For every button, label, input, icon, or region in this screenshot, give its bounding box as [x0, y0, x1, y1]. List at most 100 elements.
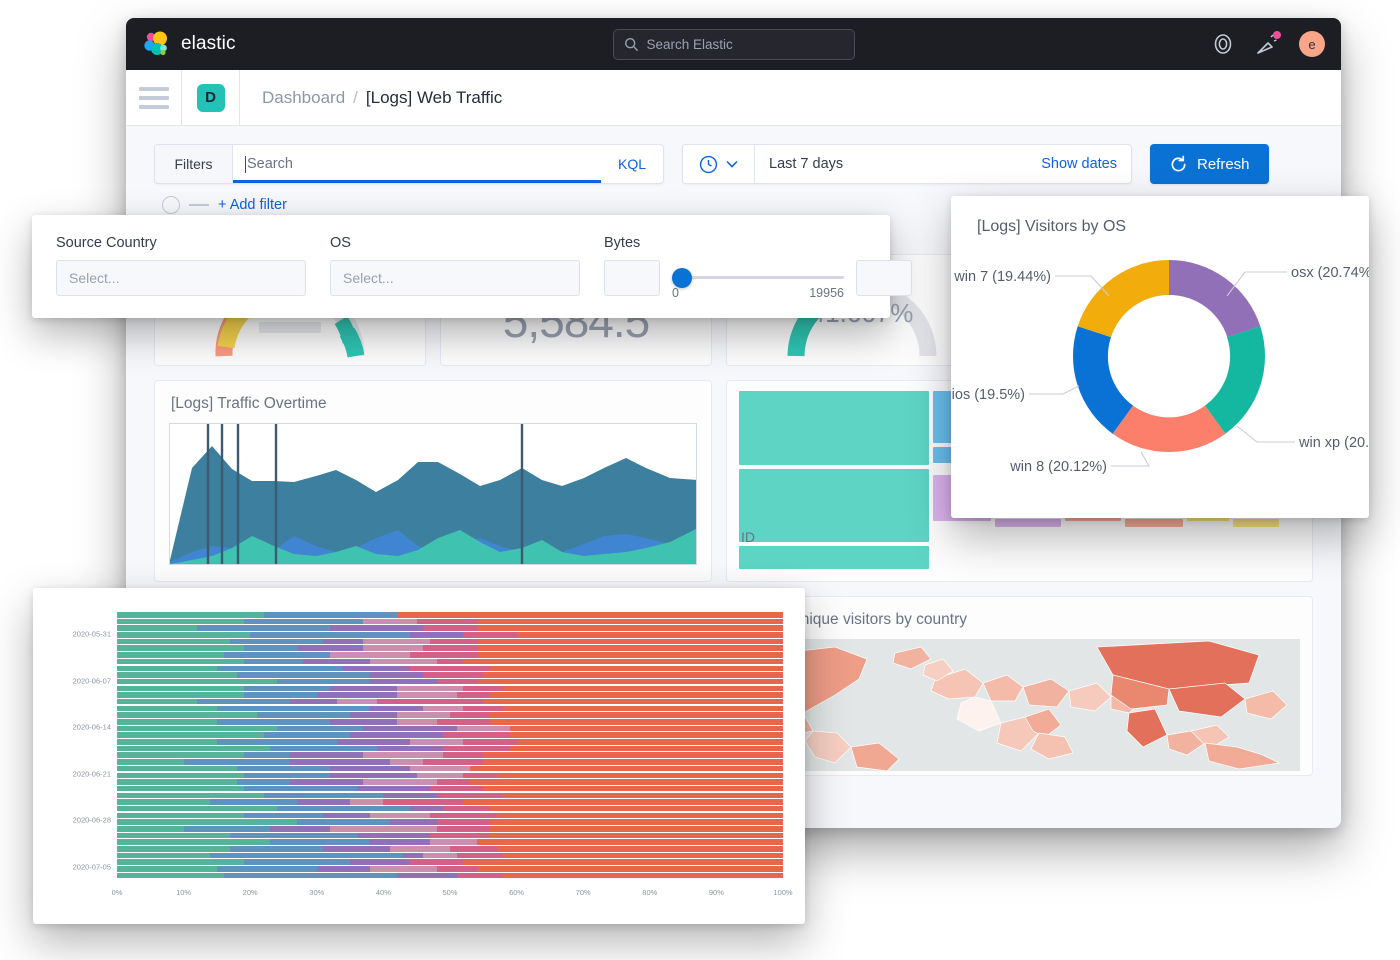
bar-row[interactable] [117, 826, 783, 833]
panel-traffic-overtime[interactable]: [Logs] Traffic Overtime [154, 380, 712, 582]
bar-segment[interactable] [290, 699, 337, 705]
party-popper-icon[interactable] [1255, 32, 1279, 56]
bar-segment[interactable] [244, 692, 317, 698]
bar-segment[interactable] [244, 645, 297, 651]
bar-row[interactable] [117, 679, 783, 686]
bar-row[interactable] [117, 773, 783, 780]
bar-segment[interactable] [437, 819, 490, 825]
bar-segment[interactable] [417, 773, 464, 779]
bar-segment[interactable] [417, 619, 477, 625]
bar-segment[interactable] [184, 759, 291, 765]
dashboard-app-icon[interactable]: D [197, 84, 225, 112]
bar-segment[interactable] [377, 699, 484, 705]
bar-segment[interactable] [330, 625, 423, 631]
bar-segment[interactable] [397, 686, 464, 692]
os-select[interactable]: Select... [330, 260, 580, 296]
bar-segment[interactable] [350, 732, 443, 738]
bar-segment[interactable] [363, 752, 443, 758]
bar-segment[interactable] [437, 793, 504, 799]
bar-segment[interactable] [290, 759, 390, 765]
bar-segment[interactable] [430, 839, 477, 845]
bar-segment[interactable] [370, 706, 423, 712]
bar-segment[interactable] [370, 839, 430, 845]
bar-segment[interactable] [437, 866, 477, 872]
bars-plot-area[interactable] [117, 612, 783, 880]
bar-segment[interactable] [477, 645, 783, 651]
bar-segment[interactable] [337, 739, 410, 745]
bar-segment[interactable] [483, 759, 783, 765]
bar-segment[interactable] [423, 672, 483, 678]
bar-segment[interactable] [264, 612, 397, 618]
help-circle-icon[interactable] [1211, 32, 1235, 56]
bar-segment[interactable] [457, 692, 490, 698]
bar-segment[interactable] [117, 699, 197, 705]
bar-segment[interactable] [443, 806, 490, 812]
bar-segment[interactable] [270, 839, 370, 845]
percentage-bars-panel[interactable]: 2020-05-312020-06-072020-06-142020-06-21… [33, 588, 805, 924]
bar-segment[interactable] [117, 859, 244, 865]
bar-segment[interactable] [217, 706, 370, 712]
bar-segment[interactable] [117, 826, 184, 832]
bar-segment[interactable] [330, 719, 397, 725]
bar-segment[interactable] [370, 659, 437, 665]
bar-segment[interactable] [510, 726, 783, 732]
bar-segment[interactable] [503, 793, 783, 799]
bar-segment[interactable] [477, 839, 783, 845]
bar-segment[interactable] [397, 612, 783, 618]
bar-segment[interactable] [117, 706, 217, 712]
bar-segment[interactable] [230, 846, 323, 852]
bar-segment[interactable] [117, 612, 264, 618]
bar-row[interactable] [117, 612, 783, 619]
bar-segment[interactable] [463, 686, 503, 692]
bar-segment[interactable] [117, 639, 230, 645]
bar-segment[interactable] [443, 752, 483, 758]
bar-segment[interactable] [330, 766, 410, 772]
bar-segment[interactable] [490, 666, 783, 672]
bar-segment[interactable] [463, 739, 516, 745]
bar-segment[interactable] [244, 619, 364, 625]
bar-segment[interactable] [117, 779, 237, 785]
bar-segment[interactable] [430, 786, 483, 792]
bar-row[interactable] [117, 779, 783, 786]
bar-segment[interactable] [477, 679, 783, 685]
bar-segment[interactable] [117, 746, 270, 752]
bar-segment[interactable] [277, 806, 410, 812]
bar-segment[interactable] [350, 859, 410, 865]
bar-segment[interactable] [350, 712, 397, 718]
bar-row[interactable] [117, 732, 783, 739]
bar-segment[interactable] [410, 632, 463, 638]
bar-segment[interactable] [450, 846, 497, 852]
bar-segment[interactable] [477, 639, 783, 645]
bar-segment[interactable] [303, 659, 370, 665]
bar-segment[interactable] [363, 639, 430, 645]
bar-row[interactable] [117, 846, 783, 853]
bar-row[interactable] [117, 786, 783, 793]
bar-segment[interactable] [117, 846, 230, 852]
bar-segment[interactable] [350, 799, 383, 805]
bar-segment[interactable] [244, 686, 331, 692]
bar-segment[interactable] [117, 752, 244, 758]
bar-segment[interactable] [244, 752, 291, 758]
bar-segment[interactable] [397, 692, 457, 698]
bar-segment[interactable] [117, 819, 297, 825]
bar-segment[interactable] [237, 766, 330, 772]
bar-segment[interactable] [264, 793, 384, 799]
bar-segment[interactable] [483, 752, 783, 758]
bar-segment[interactable] [423, 759, 483, 765]
treemap-cell[interactable] [995, 519, 1061, 527]
bar-segment[interactable] [117, 692, 244, 698]
bar-segment[interactable] [363, 645, 423, 651]
bar-segment[interactable] [403, 853, 423, 859]
bar-segment[interactable] [244, 786, 357, 792]
bar-segment[interactable] [117, 732, 264, 738]
bar-segment[interactable] [117, 839, 270, 845]
bar-segment[interactable] [363, 779, 436, 785]
bar-segment[interactable] [217, 866, 317, 872]
bar-segment[interactable] [117, 793, 264, 799]
filters-button[interactable]: Filters [155, 145, 233, 183]
bar-segment[interactable] [457, 853, 504, 859]
bar-segment[interactable] [230, 639, 323, 645]
time-range-display[interactable]: Last 7 days Show dates [755, 145, 1131, 183]
bar-segment[interactable] [323, 813, 370, 819]
bar-segment[interactable] [117, 666, 217, 672]
